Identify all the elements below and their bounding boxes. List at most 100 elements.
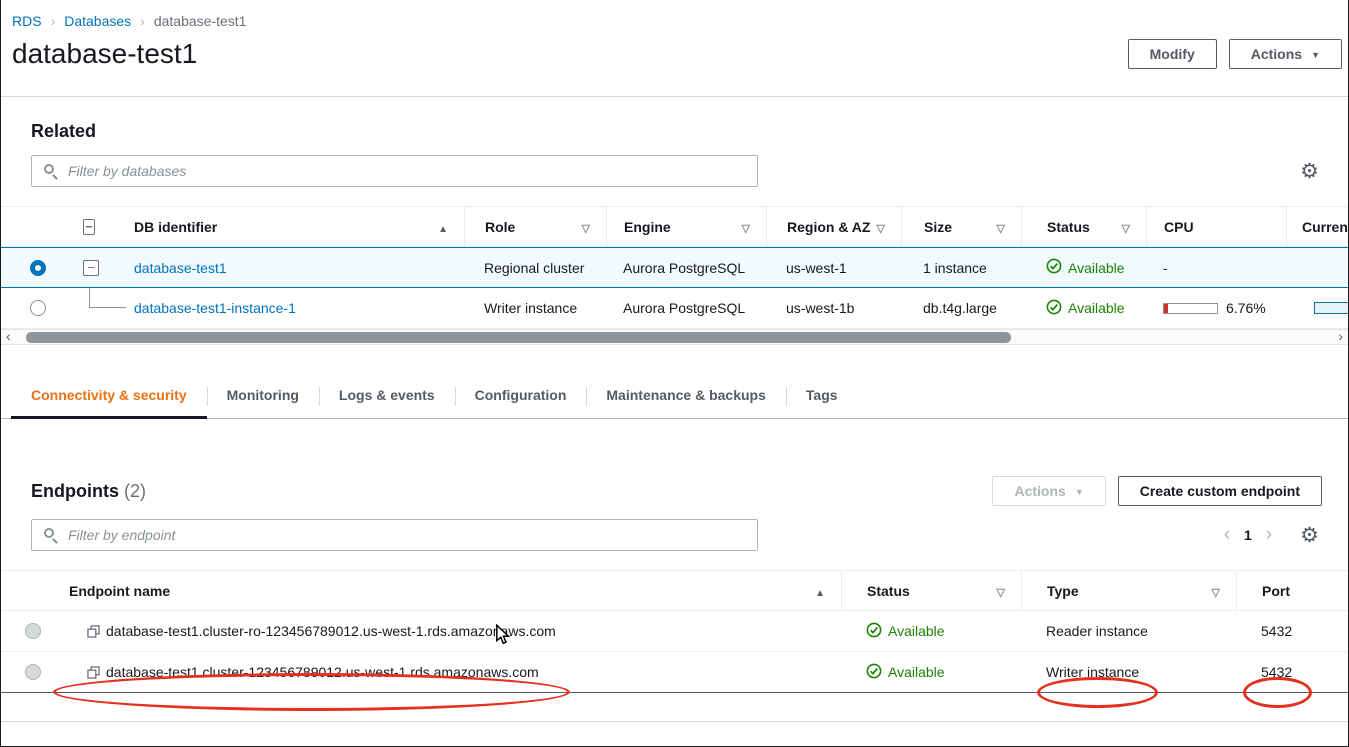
column-label: Type bbox=[1047, 583, 1079, 599]
column-header-status[interactable]: Status bbox=[1021, 207, 1146, 246]
tab-connectivity-security[interactable]: Connectivity & security bbox=[11, 374, 207, 418]
pagination-previous-icon[interactable] bbox=[1224, 527, 1230, 543]
status-text: Available bbox=[888, 623, 945, 639]
cpu-cell: - bbox=[1146, 248, 1286, 287]
row-radio-selected[interactable] bbox=[30, 260, 46, 276]
column-header-cpu: CPU bbox=[1146, 207, 1286, 246]
column-header-engine[interactable]: Engine bbox=[606, 207, 766, 246]
actions-button[interactable]: Actions bbox=[1229, 39, 1342, 69]
type-cell: Reader instance bbox=[1021, 611, 1236, 651]
actions-button-label: Actions bbox=[1251, 46, 1302, 62]
tab-maintenance-backups[interactable]: Maintenance & backups bbox=[586, 374, 786, 418]
create-custom-endpoint-label: Create custom endpoint bbox=[1140, 483, 1300, 499]
collapse-all-button[interactable] bbox=[75, 207, 111, 246]
row-radio-disabled[interactable] bbox=[25, 623, 41, 639]
page-header: database-test1 Modify Actions bbox=[1, 29, 1348, 71]
endpoints-filter-input[interactable] bbox=[31, 519, 758, 551]
column-label: Current bbox=[1302, 219, 1348, 235]
cpu-cell: 6.76% bbox=[1146, 288, 1286, 328]
column-label: Port bbox=[1262, 583, 1290, 599]
endpoints-actions-button[interactable]: Actions bbox=[992, 476, 1105, 506]
column-header-endpoint-name[interactable]: Endpoint name bbox=[65, 571, 841, 610]
endpoints-section: Endpoints (2) Actions Create custom endp… bbox=[1, 476, 1348, 693]
size-cell: db.t4g.large bbox=[901, 288, 1021, 328]
endpoints-filter-row: 1 bbox=[31, 519, 1319, 551]
engine-cell: Aurora PostgreSQL bbox=[606, 248, 766, 287]
tree-connector bbox=[89, 288, 126, 308]
tab-configuration[interactable]: Configuration bbox=[455, 374, 587, 418]
column-header-port: Port bbox=[1236, 571, 1348, 610]
related-table: DB identifier Role Engine Region & AZ Si… bbox=[1, 206, 1348, 329]
pagination-page-1[interactable]: 1 bbox=[1244, 527, 1252, 543]
column-label: DB identifier bbox=[134, 219, 217, 235]
endpoints-table: Endpoint name Status Type Port database-… bbox=[1, 570, 1348, 693]
status-text: Available bbox=[1068, 260, 1125, 276]
breadcrumb-databases[interactable]: Databases bbox=[64, 13, 131, 29]
endpoints-preferences-button[interactable] bbox=[1300, 525, 1319, 546]
status-text: Available bbox=[888, 664, 945, 680]
column-header-db-identifier[interactable]: DB identifier bbox=[111, 207, 464, 246]
endpoint-row-reader[interactable]: database-test1.cluster-ro-123456789012.u… bbox=[1, 611, 1348, 652]
scroll-left-icon[interactable] bbox=[6, 328, 11, 344]
column-header-region-az[interactable]: Region & AZ bbox=[766, 207, 901, 246]
row-radio-disabled[interactable] bbox=[25, 664, 41, 680]
pagination: 1 bbox=[1224, 527, 1272, 543]
page-title: database-test1 bbox=[12, 37, 197, 71]
column-header-current: Current bbox=[1286, 207, 1348, 246]
status-available-icon bbox=[1046, 299, 1062, 318]
table-row-cluster[interactable]: database-test1 Regional cluster Aurora P… bbox=[1, 247, 1348, 288]
row-radio[interactable] bbox=[30, 300, 46, 316]
table-row-instance[interactable]: database-test1-instance-1 Writer instanc… bbox=[1, 288, 1348, 329]
endpoint-row-writer[interactable]: database-test1.cluster-123456789012.us-w… bbox=[1, 652, 1348, 693]
copy-icon[interactable] bbox=[87, 625, 100, 638]
search-icon bbox=[44, 164, 54, 174]
column-label: CPU bbox=[1164, 219, 1194, 235]
size-cell: 1 instance bbox=[901, 248, 1021, 287]
column-header-size[interactable]: Size bbox=[901, 207, 1021, 246]
breadcrumb-rds[interactable]: RDS bbox=[12, 13, 42, 29]
related-filter-input[interactable] bbox=[31, 155, 758, 187]
tab-tags[interactable]: Tags bbox=[786, 374, 858, 418]
tab-logs-events[interactable]: Logs & events bbox=[319, 374, 455, 418]
endpoints-title: Endpoints (2) bbox=[31, 481, 146, 502]
selection-column-header bbox=[1, 207, 75, 246]
pagination-next-icon[interactable] bbox=[1266, 527, 1272, 543]
db-identifier-link[interactable]: database-test1-instance-1 bbox=[134, 300, 296, 316]
breadcrumb-separator-icon bbox=[131, 13, 154, 29]
header-actions: Modify Actions bbox=[1128, 37, 1342, 69]
bottom-divider bbox=[1, 721, 1348, 722]
modify-button[interactable]: Modify bbox=[1128, 39, 1217, 69]
status-cell: Available bbox=[841, 652, 1021, 692]
create-custom-endpoint-button[interactable]: Create custom endpoint bbox=[1118, 476, 1322, 506]
column-label: Region & AZ bbox=[787, 219, 870, 235]
port-cell: 5432 bbox=[1236, 652, 1348, 692]
filter-caret-icon bbox=[997, 583, 1005, 599]
column-header-type[interactable]: Type bbox=[1021, 571, 1236, 610]
caret-down-icon bbox=[1066, 483, 1084, 499]
status-available-icon bbox=[1046, 258, 1062, 277]
tab-monitoring[interactable]: Monitoring bbox=[207, 374, 319, 418]
filter-caret-icon bbox=[877, 219, 885, 235]
copy-icon[interactable] bbox=[87, 666, 100, 679]
column-label: Status bbox=[1047, 219, 1090, 235]
port-cell: 5432 bbox=[1236, 611, 1348, 651]
related-preferences-button[interactable] bbox=[1300, 161, 1319, 182]
column-header-role[interactable]: Role bbox=[464, 207, 606, 246]
current-activity-cell bbox=[1286, 248, 1348, 287]
status-cell: Available bbox=[841, 611, 1021, 651]
horizontal-scrollbar[interactable] bbox=[1, 329, 1348, 345]
selection-column-header bbox=[1, 571, 65, 610]
engine-cell: Aurora PostgreSQL bbox=[606, 288, 766, 328]
scroll-right-icon[interactable] bbox=[1338, 328, 1343, 344]
db-identifier-link[interactable]: database-test1 bbox=[134, 260, 227, 276]
scrollbar-thumb[interactable] bbox=[26, 332, 1011, 343]
column-header-status[interactable]: Status bbox=[841, 571, 1021, 610]
breadcrumb-separator-icon bbox=[42, 13, 65, 29]
current-activity-cell bbox=[1286, 288, 1348, 328]
filter-caret-icon bbox=[742, 219, 750, 235]
filter-caret-icon bbox=[582, 219, 590, 235]
endpoint-name-text: database-test1.cluster-123456789012.us-w… bbox=[106, 664, 539, 680]
sort-ascending-icon bbox=[438, 219, 448, 235]
collapse-row-icon[interactable] bbox=[83, 260, 99, 276]
related-section: Related DB identifier Role Engine Region… bbox=[1, 97, 1348, 345]
